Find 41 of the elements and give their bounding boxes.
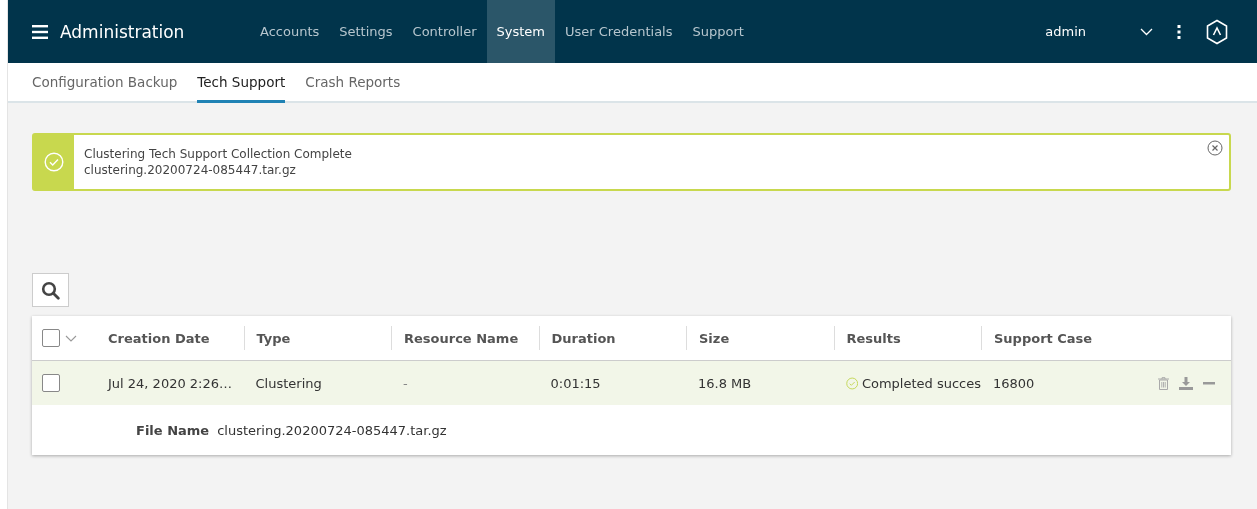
sub-tab[interactable]: Tech Support [197, 63, 286, 103]
detail-value: clustering.20200724-085447.tar.gz [217, 422, 447, 438]
hexagon-logo-icon[interactable] [1205, 18, 1229, 45]
alert-title: Clustering Tech Support Collection Complete [84, 146, 352, 162]
column-header[interactable]: Duration [551, 330, 616, 346]
nav-tab[interactable]: User Credentials [555, 0, 683, 63]
table-cell: Jul 24, 2020 2:26… [108, 375, 233, 391]
table-cell: 16800 [993, 375, 1035, 391]
check-circle-icon [845, 375, 858, 391]
select-all-checkbox[interactable] [42, 329, 60, 347]
user-name[interactable]: admin [1045, 24, 1086, 39]
detail-label: File Name [136, 422, 210, 438]
nav-tab[interactable]: System [486, 0, 556, 63]
column-header[interactable]: Results [846, 330, 901, 346]
nav-tab[interactable]: Controller [402, 0, 487, 63]
table-cell: Clustering [255, 375, 322, 391]
sub-tab[interactable]: Crash Reports [305, 63, 401, 103]
app-title: Administration [60, 21, 185, 42]
column-header[interactable]: Resource Name [404, 330, 519, 346]
search-button[interactable] [32, 273, 69, 307]
alert-message: clustering.20200724-085447.tar.gz [84, 162, 297, 178]
menu-icon[interactable] [32, 24, 48, 39]
column-header[interactable]: Type [256, 330, 291, 346]
table-row[interactable]: Jul 24, 2020 2:26… Clustering - 0:01:15 16.8 MB Completed succes 16800 [32, 361, 1231, 405]
column-header[interactable]: Creation Date [108, 330, 210, 346]
more-icon[interactable] [1177, 24, 1181, 39]
table-cell: 16.8 MB [698, 375, 752, 391]
table-cell: - [403, 375, 408, 391]
nav-tab[interactable]: Settings [329, 0, 403, 63]
nav-tab[interactable]: Support [682, 0, 754, 63]
sub-tab[interactable]: Configuration Backup [32, 63, 178, 103]
table-cell: Completed succes [861, 375, 981, 391]
nav-tab[interactable]: Accounts [250, 0, 330, 63]
column-header[interactable]: Size [699, 330, 730, 346]
check-circle-icon [44, 152, 64, 172]
close-icon[interactable] [1207, 140, 1223, 156]
column-header[interactable]: Support Case [994, 330, 1093, 346]
download-icon[interactable] [1179, 376, 1193, 390]
table-cell: 0:01:15 [550, 375, 601, 391]
search-icon [41, 280, 60, 300]
row-checkbox[interactable] [42, 374, 60, 392]
